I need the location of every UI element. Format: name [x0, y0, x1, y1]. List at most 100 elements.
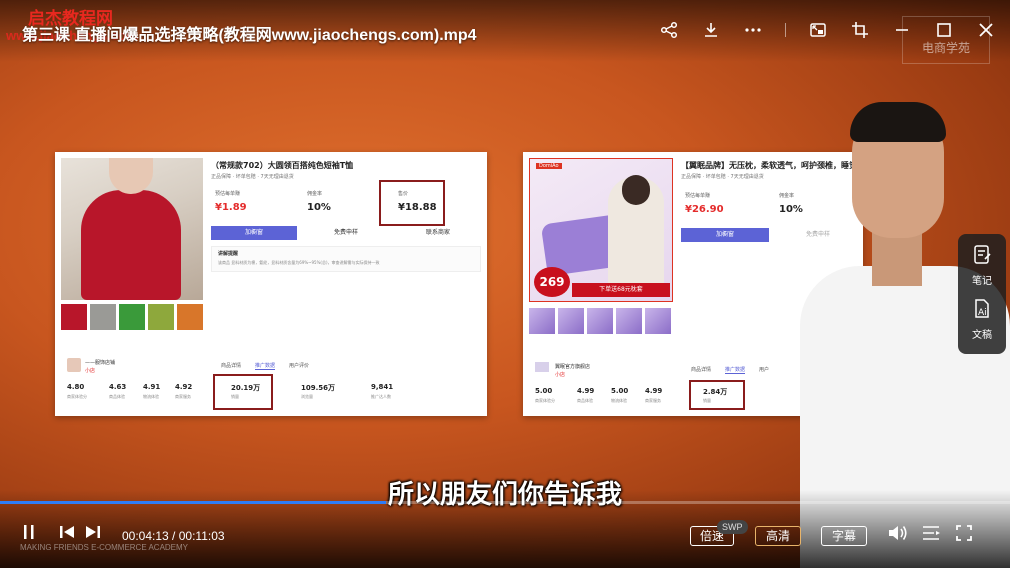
tab-promo-data: 推广数据	[255, 363, 276, 370]
thumb-olive	[148, 304, 174, 330]
explain-notice: 讲解提醒 该商品 显料材质为棉，氨纶，显料材质含量为69%~95%(总)，审查讲…	[211, 246, 481, 272]
swp-badge: SWP	[717, 520, 748, 534]
commission-rate-label: 佣金率	[307, 191, 323, 197]
product-photo: DomiAo 269 下单送68元枕套	[529, 158, 673, 302]
metric-value: 109.56万	[301, 384, 336, 392]
product-thumbnails	[529, 308, 671, 334]
score-value: 4.91	[143, 383, 161, 391]
minimize-icon[interactable]	[892, 20, 912, 40]
crop-icon[interactable]	[850, 20, 870, 40]
volume-icon	[887, 523, 909, 547]
download-icon[interactable]	[701, 20, 721, 40]
product-tags: 正品保障 · 坏单包赔 · 7天无理由退货	[211, 174, 294, 180]
metric-label: 推广达人数	[371, 394, 391, 399]
next-button[interactable]	[84, 524, 102, 544]
more-icon[interactable]	[743, 20, 763, 40]
svg-text:Ai: Ai	[978, 308, 987, 318]
progress-fill	[0, 501, 386, 504]
transcript-label: 文稿	[972, 330, 992, 341]
color-thumbnails	[61, 304, 203, 330]
playlist-button[interactable]	[920, 524, 942, 546]
score-value: 4.92	[175, 383, 193, 391]
commission-rate-value: 10%	[307, 202, 331, 213]
promo-strip: 下单送68元枕套	[572, 283, 670, 297]
quality-button[interactable]: 高清	[755, 526, 801, 546]
maximize-icon[interactable]	[934, 20, 954, 40]
thumb-red	[61, 304, 87, 330]
add-window-button: 加橱窗	[681, 228, 769, 242]
model-head	[622, 175, 650, 205]
metric-value: 9,841	[371, 383, 394, 391]
score-label: 物流体验	[143, 394, 159, 399]
tab-user-review: 用户	[759, 367, 770, 373]
score-value: 4.63	[109, 383, 127, 391]
shop-name: 翼眠官方旗舰店	[555, 364, 591, 370]
score-label: 商家体验分	[535, 398, 555, 403]
tab-user-review: 用户评价	[289, 363, 310, 369]
score-label: 商家服务	[175, 394, 191, 399]
pause-button[interactable]	[20, 524, 38, 544]
notice-title: 讲解提醒	[218, 251, 239, 257]
progress-bar[interactable]	[0, 501, 1010, 504]
est-commission-label: 预估每单赚	[685, 193, 711, 199]
score-label: 商家服务	[645, 398, 661, 403]
note-icon	[972, 245, 992, 270]
shop-avatar	[535, 362, 549, 372]
volume-button[interactable]	[887, 524, 909, 546]
share-icon[interactable]	[659, 20, 679, 40]
shop-tag: 小店	[555, 372, 566, 378]
score-value: 4.80	[67, 383, 85, 391]
photo-brand: DomiAo	[536, 163, 562, 169]
video-frame[interactable]: （常规款702）大圆领百搭纯色短袖T恤 正品保障 · 坏单包赔 · 7天无理由退…	[0, 0, 1010, 568]
thumb	[616, 308, 642, 334]
top-toolbar	[659, 20, 996, 40]
score-label: 商品体验	[109, 394, 125, 399]
skip-next-icon	[85, 524, 101, 544]
product-photo	[61, 158, 203, 300]
metric-label: 销量	[231, 394, 239, 399]
side-tool-panel: 笔记 Ai 文稿	[958, 234, 1006, 354]
model-face	[109, 158, 153, 194]
price-badge: 269	[534, 267, 570, 297]
score-value: 5.00	[611, 387, 629, 395]
close-icon[interactable]	[976, 20, 996, 40]
video-title: 第三课 直播间爆品选择策略(教程网www.jiaochengs.com).mp4	[22, 27, 477, 44]
metric-value: 20.19万	[231, 384, 261, 392]
product-title: （常规款702）大圆领百搭纯色短袖T恤	[211, 161, 354, 170]
model-figure	[608, 175, 664, 287]
current-time: 00:04:13	[122, 529, 169, 543]
shop-tag: 小店	[85, 368, 96, 374]
thumb	[587, 308, 613, 334]
score-label: 商品体验	[577, 398, 593, 403]
thumb	[645, 308, 671, 334]
score-label: 商家体验分	[67, 394, 87, 399]
thumb	[558, 308, 584, 334]
metric-label: 浏览量	[301, 394, 313, 399]
bottom-watermark: MAKING FRIENDS E-COMMERCE ACADEMY	[20, 543, 189, 552]
fullscreen-icon	[955, 524, 973, 546]
price-label: 售价	[398, 191, 409, 197]
tab-promo-data: 推广数据	[725, 367, 746, 374]
picture-in-picture-icon[interactable]	[808, 20, 828, 40]
tab-product-detail: 商品详情	[691, 367, 712, 373]
subtitle-button[interactable]: 字幕	[821, 526, 867, 546]
thumb-gray	[90, 304, 116, 330]
est-commission-value: ¥1.89	[215, 202, 247, 213]
note-button[interactable]: 笔记	[958, 244, 1006, 287]
thumb-green	[119, 304, 145, 330]
playlist-icon	[921, 524, 941, 546]
fullscreen-button[interactable]	[953, 524, 975, 546]
video-subtitle: 所以朋友们你告诉我	[387, 480, 622, 510]
score-value: 4.99	[645, 387, 663, 395]
product-card-tshirt: （常规款702）大圆领百搭纯色短袖T恤 正品保障 · 坏单包赔 · 7天无理由退…	[55, 152, 487, 416]
tab-product-detail: 商品详情	[221, 363, 242, 369]
time-separator: /	[168, 529, 179, 543]
time-display: 00:04:13 / 00:11:03	[122, 529, 225, 543]
total-time: 00:11:03	[178, 529, 225, 543]
transcript-button[interactable]: Ai 文稿	[958, 298, 1006, 341]
notice-body: 该商品 显料材质为棉，氨纶，显料材质含量为69%~95%(总)，审查讲解需与实际…	[218, 260, 380, 265]
shop-avatar	[67, 358, 81, 372]
score-value: 5.00	[535, 387, 553, 395]
previous-button[interactable]	[58, 524, 76, 544]
contact-merchant-button: 联系商家	[425, 229, 450, 236]
